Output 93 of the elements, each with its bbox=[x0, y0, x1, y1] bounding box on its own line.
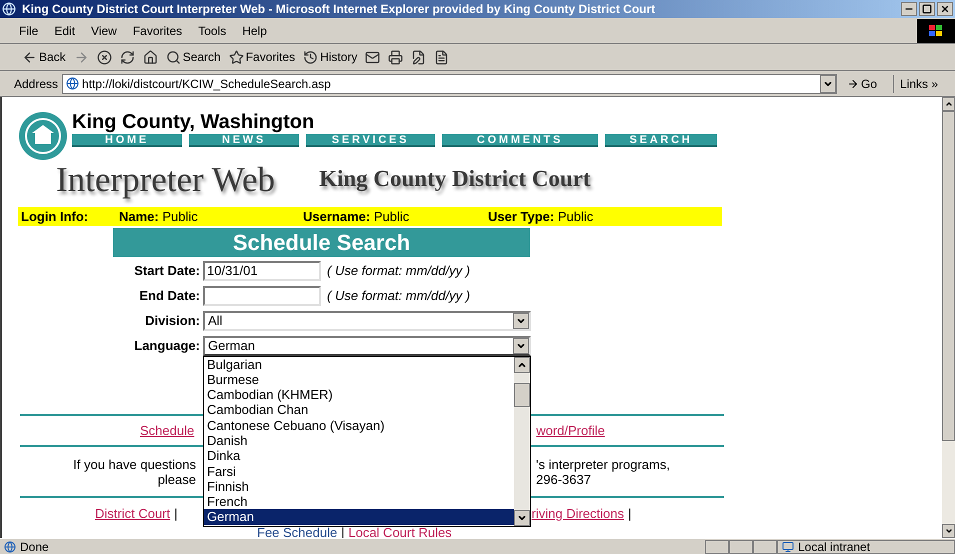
home-icon bbox=[142, 50, 158, 64]
language-option[interactable]: Dinka bbox=[204, 448, 514, 464]
login-field: User Type: Public bbox=[488, 206, 594, 226]
format-hint: ( Use format: mm/dd/yy ) bbox=[327, 286, 470, 305]
court-name: King County District Court bbox=[319, 164, 591, 194]
status-text: Done bbox=[20, 538, 50, 554]
history-button[interactable]: History bbox=[303, 47, 358, 67]
page-icon bbox=[4, 540, 16, 552]
link[interactable]: Schedule bbox=[140, 420, 194, 440]
login-field: Name: Public bbox=[119, 206, 303, 226]
message-text: If you have questions bbox=[73, 456, 196, 472]
language-listbox[interactable]: Bulgarian Burmese Cambodian (KHMER) Cambodian Chan Cantonese Cebuano (Visayan) Danish Dinka Farsi Finnish French German bbox=[203, 356, 531, 526]
select-field[interactable]: All bbox=[203, 310, 531, 330]
edit-icon bbox=[411, 50, 426, 64]
arrow-down-icon bbox=[944, 527, 952, 535]
browser-icon bbox=[2, 2, 16, 16]
mail-icon bbox=[365, 50, 380, 64]
search-icon bbox=[166, 50, 181, 64]
language-option[interactable]: Finnish bbox=[204, 478, 514, 494]
print-icon bbox=[388, 50, 404, 64]
scroll-down-button[interactable] bbox=[514, 510, 530, 526]
select-field[interactable]: German bbox=[203, 336, 531, 356]
window-title: King County District Court Interpreter Web - Microsoft Internet Explorer provided by King County District Court bbox=[22, 1, 656, 18]
page-scrollbar[interactable] bbox=[942, 97, 955, 538]
language-option[interactable]: Danish bbox=[204, 432, 514, 448]
back-button[interactable]: Back bbox=[22, 47, 66, 67]
language-option[interactable]: Cantonese Cebuano (Visayan) bbox=[204, 418, 514, 433]
field-label: Start Date: bbox=[133, 262, 201, 280]
history-icon bbox=[303, 50, 318, 64]
go-button[interactable]: Go bbox=[847, 74, 878, 92]
scroll-thumb[interactable] bbox=[514, 382, 530, 406]
back-icon bbox=[22, 50, 37, 64]
message-text: 's interpreter programs, bbox=[536, 456, 670, 472]
close-icon bbox=[940, 4, 950, 14]
menu-item[interactable]: Help bbox=[239, 22, 270, 40]
date-field[interactable]: 10/31/01 bbox=[203, 260, 321, 280]
list-scrollbar[interactable] bbox=[514, 356, 530, 526]
language-option[interactable]: French bbox=[204, 494, 514, 510]
separator-text: | bbox=[174, 504, 178, 523]
scroll-up-button[interactable] bbox=[514, 356, 530, 372]
address-label: Address bbox=[14, 76, 58, 92]
link[interactable]: riving Directions bbox=[532, 504, 624, 524]
forward-icon bbox=[74, 50, 89, 64]
links-button[interactable]: Links » bbox=[893, 74, 938, 92]
status-panel bbox=[705, 540, 729, 554]
maximize-icon bbox=[922, 4, 932, 14]
address-field[interactable]: http://loki/distcourt/KCIW_ScheduleSearch.asp bbox=[62, 74, 838, 94]
login-field: Username: Public bbox=[303, 206, 488, 226]
field-label: Language: bbox=[133, 336, 201, 355]
favorites-button[interactable]: Favorites bbox=[228, 47, 296, 67]
stop-icon bbox=[96, 50, 112, 64]
language-option[interactable]: Cambodian Chan bbox=[204, 402, 514, 418]
message-text: please bbox=[158, 472, 196, 486]
menu-item[interactable]: View bbox=[88, 22, 120, 40]
refresh-icon bbox=[120, 50, 135, 64]
link[interactable]: word/Profile bbox=[536, 420, 605, 440]
format-hint: ( Use format: mm/dd/yy ) bbox=[327, 262, 470, 280]
section-heading: Schedule Search bbox=[113, 228, 530, 257]
language-option[interactable]: Bulgarian bbox=[204, 356, 514, 372]
scroll-thumb[interactable] bbox=[942, 111, 955, 441]
site-name: King County, Washington bbox=[72, 111, 316, 133]
language-option[interactable]: Farsi bbox=[204, 464, 514, 479]
date-field[interactable] bbox=[203, 286, 321, 306]
go-arrow-icon bbox=[847, 78, 860, 90]
favorites-icon bbox=[228, 50, 244, 64]
language-option[interactable]: German bbox=[204, 509, 514, 525]
link[interactable]: Local Court Rules bbox=[348, 526, 452, 538]
link[interactable]: District Court bbox=[95, 504, 170, 524]
page-icon bbox=[66, 77, 80, 90]
maximize-button[interactable] bbox=[919, 2, 935, 16]
separator-text: | bbox=[628, 504, 632, 523]
search-button[interactable]: Search bbox=[166, 47, 221, 67]
message-text: 296-3637 bbox=[536, 472, 591, 486]
language-option[interactable]: Cambodian (KHMER) bbox=[204, 387, 514, 402]
menu-item[interactable]: Tools bbox=[195, 22, 230, 40]
status-panel bbox=[729, 540, 753, 554]
menu-item[interactable]: Edit bbox=[51, 22, 78, 40]
login-heading: Login Info: bbox=[21, 208, 90, 226]
field-label: End Date: bbox=[138, 286, 201, 305]
menu-item[interactable]: Favorites bbox=[130, 22, 186, 40]
field-label: Division: bbox=[144, 312, 201, 330]
close-button[interactable] bbox=[937, 2, 953, 16]
throbber-logo bbox=[917, 18, 955, 42]
menu-item[interactable]: File bbox=[16, 22, 42, 40]
county-logo bbox=[18, 111, 68, 161]
zone-text: Local intranet bbox=[798, 538, 870, 554]
scroll-up-button[interactable] bbox=[942, 97, 955, 111]
link[interactable]: Fee Schedule bbox=[257, 526, 338, 538]
minimize-button[interactable] bbox=[901, 2, 917, 16]
language-option[interactable]: Burmese bbox=[204, 372, 514, 388]
arrow-up-icon bbox=[944, 100, 952, 108]
site-title: Interpreter Web bbox=[56, 161, 276, 199]
scroll-down-button[interactable] bbox=[942, 524, 955, 538]
